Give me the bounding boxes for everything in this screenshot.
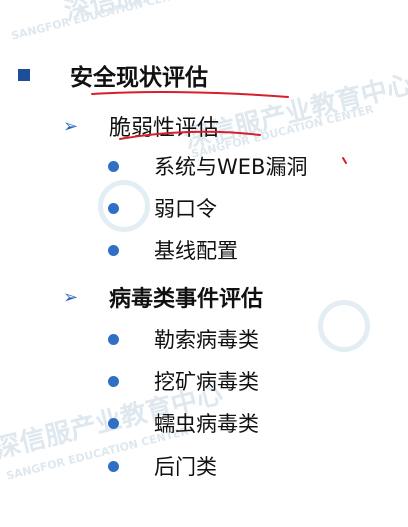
list-item-label: 蠕虫病毒类 [154, 412, 259, 436]
list-item-label: 挖矿病毒类 [154, 370, 259, 394]
list-item-label: 系统与WEB漏洞 [154, 155, 308, 179]
section-title-virus: 病毒类事件评估 [109, 287, 264, 312]
section-title-row: ➢ 脆弱性评估 [63, 110, 219, 142]
list-item: 基线配置 [108, 235, 238, 265]
list-item-label: 弱口令 [154, 197, 217, 221]
list-item-label: 后门类 [154, 455, 217, 479]
watermark-top: 深信服产业教育中心 [60, 0, 296, 28]
list-item: 勒索病毒类 [108, 324, 259, 354]
square-bullet-icon [18, 69, 30, 81]
list-item: 蠕虫病毒类 [108, 408, 259, 438]
arrow-bullet-icon: ➢ [63, 286, 79, 308]
section-title-row: ➢ 病毒类事件评估 [63, 281, 263, 313]
dot-bullet-icon [108, 460, 119, 472]
dot-bullet-icon [108, 375, 119, 387]
section-title-vulnerability: 脆弱性评估 [109, 116, 220, 141]
list-item: 弱口令 [108, 193, 217, 223]
list-item: 系统与WEB漏洞 [108, 151, 307, 181]
dot-bullet-icon [108, 244, 119, 256]
dot-bullet-icon [108, 202, 119, 214]
watermark-top-en: SANGFOR EDUCATION CENTER [10, 0, 195, 43]
watermark-logo-icon [318, 300, 370, 352]
list-item: 挖矿病毒类 [108, 366, 259, 396]
arrow-bullet-icon: ➢ [63, 115, 79, 137]
list-item-label: 基线配置 [154, 239, 238, 263]
outline-heading-row: 安全现状评估 [18, 58, 208, 92]
dot-bullet-icon [108, 160, 119, 172]
heading-underline [91, 91, 289, 98]
dot-bullet-icon [108, 417, 119, 429]
list-item: 后门类 [108, 451, 217, 481]
pen-mark [342, 157, 347, 164]
list-item-label: 勒索病毒类 [154, 328, 259, 352]
dot-bullet-icon [108, 333, 119, 345]
outline-heading: 安全现状评估 [70, 65, 208, 91]
